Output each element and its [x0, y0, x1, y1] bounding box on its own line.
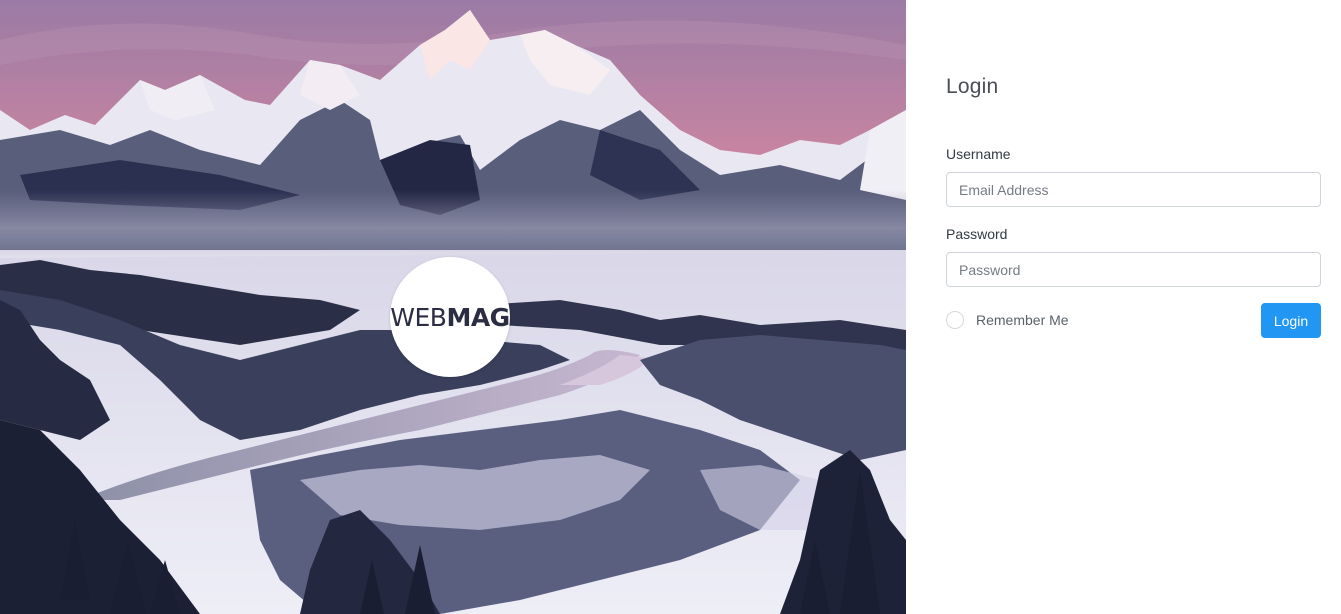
login-panel: Login Username Password Remember Me Logi…: [906, 0, 1341, 614]
webmag-logo: WEBMAG: [390, 257, 510, 377]
remember-me-radio[interactable]: [946, 311, 964, 329]
logo-text-bold: MAG: [446, 302, 510, 332]
login-title: Login: [946, 75, 999, 98]
webmag-logo-text: WEBMAG: [390, 302, 510, 332]
username-input[interactable]: [946, 172, 1321, 207]
remember-me-toggle[interactable]: Remember Me: [946, 311, 1069, 329]
username-label: Username: [946, 146, 1011, 162]
password-label: Password: [946, 226, 1008, 242]
hero-panel: WEBMAG: [0, 0, 906, 614]
password-input[interactable]: [946, 252, 1321, 287]
login-button[interactable]: Login: [1261, 303, 1321, 338]
logo-text-light: WEB: [390, 302, 447, 332]
remember-me-label: Remember Me: [976, 312, 1069, 328]
login-page: WEBMAG Login Username Password Remember …: [0, 0, 1341, 614]
